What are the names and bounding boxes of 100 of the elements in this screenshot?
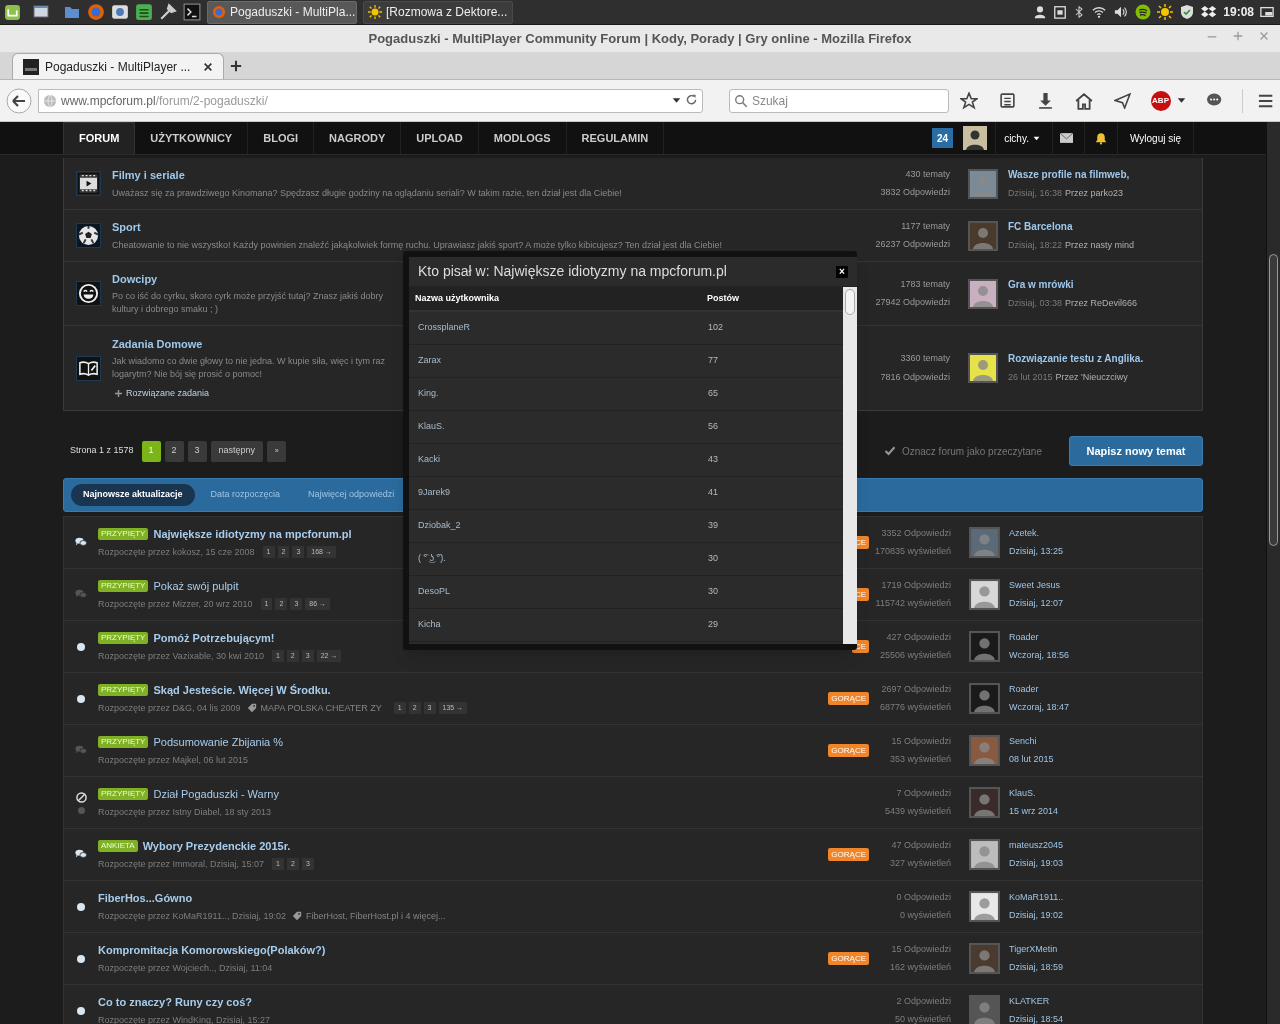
last-post-title[interactable]: FC Barcelona bbox=[1008, 218, 1073, 234]
user-name[interactable]: Kacki bbox=[409, 453, 708, 467]
topic-title[interactable]: Podsumowanie Zbijania % bbox=[153, 734, 284, 751]
last-post-title[interactable]: Wasze profile na filmweb, bbox=[1008, 166, 1130, 182]
sun-icon[interactable] bbox=[1157, 4, 1174, 20]
mail-icon[interactable] bbox=[1059, 133, 1073, 143]
reload-icon[interactable] bbox=[684, 94, 698, 107]
scrollbar-thumb[interactable] bbox=[1269, 254, 1278, 546]
last-poster[interactable]: TigerXMetin bbox=[1009, 942, 1058, 956]
avatar[interactable] bbox=[963, 126, 988, 150]
last-poster[interactable]: KlauS. bbox=[1009, 786, 1036, 800]
star-icon[interactable] bbox=[959, 91, 978, 110]
home-icon[interactable] bbox=[1074, 91, 1093, 110]
browser-icon[interactable] bbox=[87, 3, 105, 21]
scrollbar-thumb[interactable] bbox=[845, 289, 855, 315]
last-poster[interactable]: Senchi bbox=[1009, 734, 1037, 748]
user-icon[interactable] bbox=[1033, 5, 1048, 19]
back-button[interactable] bbox=[6, 87, 32, 114]
logout-link[interactable]: Wyloguj się bbox=[1117, 130, 1193, 146]
topic-title[interactable]: Co to znaczy? Runy czy coś? bbox=[98, 994, 253, 1011]
mark-read-link[interactable]: Oznacz forum jako przeczytane bbox=[901, 443, 1042, 459]
nav-tab[interactable]: FORUM bbox=[63, 122, 136, 154]
avatar[interactable] bbox=[969, 891, 1000, 922]
reply-count[interactable]: 15 Odpowiedzi bbox=[891, 734, 951, 748]
close-icon[interactable] bbox=[203, 61, 213, 72]
shield-icon[interactable] bbox=[1179, 4, 1196, 20]
notification-count[interactable]: 24 bbox=[932, 128, 954, 148]
nav-tab[interactable]: REGULAMIN bbox=[566, 122, 665, 154]
menu-icon[interactable] bbox=[4, 3, 21, 21]
app-icon[interactable] bbox=[135, 3, 153, 21]
nav-tab[interactable]: MODLOGS bbox=[478, 122, 567, 154]
last-poster[interactable]: Roader bbox=[1009, 630, 1039, 644]
list-icon[interactable] bbox=[998, 92, 1016, 109]
new-topic-button[interactable]: Napisz nowy temat bbox=[1069, 436, 1203, 466]
sort-tab[interactable]: Najnowsze aktualizacje bbox=[71, 484, 195, 506]
reply-count[interactable]: 3352 Odpowiedzi bbox=[881, 526, 951, 540]
user-name[interactable]: Dziobak_2 bbox=[409, 519, 708, 533]
user-name[interactable]: 9Jarek9 bbox=[409, 486, 708, 500]
topic-title[interactable]: Kompromitacja Komorowskiego(Polaków?) bbox=[98, 942, 326, 959]
topic-title[interactable]: Największe idiotyzmy na mpcforum.pl bbox=[153, 526, 352, 543]
reply-count[interactable]: 0 Odpowiedzi bbox=[896, 890, 951, 904]
forum-title[interactable]: Sport bbox=[112, 219, 141, 236]
next-page-button[interactable]: następny bbox=[210, 440, 264, 462]
clipboard-icon[interactable] bbox=[1053, 5, 1068, 19]
reply-count[interactable]: 2697 Odpowiedzi bbox=[881, 682, 951, 696]
topic-title[interactable]: Pokaż swój pulpit bbox=[153, 578, 239, 595]
last-poster[interactable]: mateusz2045 bbox=[1009, 838, 1064, 852]
page-button[interactable]: 3 bbox=[187, 440, 207, 462]
chat-icon[interactable] bbox=[1205, 92, 1222, 109]
avatar[interactable] bbox=[968, 353, 998, 383]
download-icon[interactable] bbox=[1036, 92, 1054, 109]
last-poster[interactable]: Roader bbox=[1009, 682, 1039, 696]
reply-count[interactable]: 47 Odpowiedzi bbox=[891, 838, 951, 852]
nav-tab[interactable]: UŻYTKOWNICY bbox=[135, 122, 249, 154]
forum-title[interactable]: Dowcipy bbox=[112, 270, 158, 288]
user-name[interactable]: KlauS. bbox=[409, 420, 708, 434]
topic-title[interactable]: Pomóż Potrzebującym! bbox=[153, 630, 275, 647]
user-name[interactable]: King. bbox=[409, 387, 708, 401]
screenshot-icon[interactable] bbox=[111, 3, 129, 21]
tools-icon[interactable] bbox=[159, 3, 177, 21]
page-button[interactable]: 2 bbox=[164, 440, 184, 462]
topic-tags[interactable]: MAPA POLSKA CHEATER ZY bbox=[260, 701, 382, 715]
last-poster[interactable]: Azetek. bbox=[1009, 526, 1039, 540]
reply-count[interactable]: 2 Odpowiedzi bbox=[896, 994, 951, 1008]
topic-title[interactable]: Wybory Prezydenckie 2015r. bbox=[142, 838, 291, 855]
user-name[interactable]: ( ͡° ͜ʖ ͡°). bbox=[409, 552, 708, 566]
wifi-icon[interactable] bbox=[1091, 5, 1108, 19]
close-button[interactable]: × bbox=[836, 265, 848, 278]
topic-title[interactable]: Dział Pogaduszki - Warny bbox=[153, 786, 279, 803]
last-post-title[interactable]: Rozwiązanie testu z Anglika. bbox=[1008, 351, 1144, 367]
address-field[interactable]: www.mpcforum.pl/forum/2-pogaduszki/ bbox=[38, 88, 703, 113]
reply-count[interactable]: 1719 Odpowiedzi bbox=[881, 578, 951, 592]
taskbar-button[interactable]: Pogaduszki - MultiPla... bbox=[207, 0, 357, 24]
adblock-button[interactable]: ABP bbox=[1150, 90, 1171, 111]
terminal-icon[interactable] bbox=[183, 3, 201, 21]
topic-title[interactable]: Skąd Jesteście. Więcej W Środku. bbox=[153, 682, 331, 699]
dropdown-icon[interactable] bbox=[671, 96, 681, 105]
bell-icon[interactable] bbox=[1094, 131, 1107, 145]
avatar[interactable] bbox=[969, 579, 1000, 610]
subforum-link[interactable]: Rozwiązane zadania bbox=[126, 387, 210, 401]
reply-count[interactable]: 7 Odpowiedzi bbox=[896, 786, 951, 800]
window-list-icon[interactable] bbox=[1260, 5, 1274, 19]
nav-tab[interactable]: UPLOAD bbox=[401, 122, 479, 154]
user-name[interactable]: DesoPL bbox=[409, 585, 708, 599]
avatar[interactable] bbox=[968, 168, 998, 199]
desktop-icon[interactable] bbox=[31, 4, 51, 20]
nav-tab[interactable]: BLOGI bbox=[248, 122, 315, 154]
page-scrollbar[interactable] bbox=[1266, 122, 1280, 1024]
taskbar-button[interactable]: [Rozmowa z Dektore... bbox=[363, 0, 513, 24]
user-name[interactable]: Kicha bbox=[409, 618, 708, 632]
avatar[interactable] bbox=[968, 278, 998, 309]
nav-tab[interactable]: NAGRODY bbox=[314, 122, 402, 154]
topic-title[interactable]: FiberHos...Gówno bbox=[98, 890, 193, 907]
box-icon[interactable] bbox=[1201, 4, 1218, 20]
folder-icon[interactable] bbox=[63, 4, 81, 20]
browser-tab[interactable]: Pogaduszki - MultiPlayer ... bbox=[12, 53, 224, 79]
dropdown-icon[interactable] bbox=[1176, 96, 1186, 105]
last-poster[interactable]: KoMaR1911.. bbox=[1009, 890, 1064, 904]
dialog-scrollbar[interactable] bbox=[843, 287, 857, 644]
last-poster[interactable]: Sweet Jesus bbox=[1009, 578, 1061, 592]
